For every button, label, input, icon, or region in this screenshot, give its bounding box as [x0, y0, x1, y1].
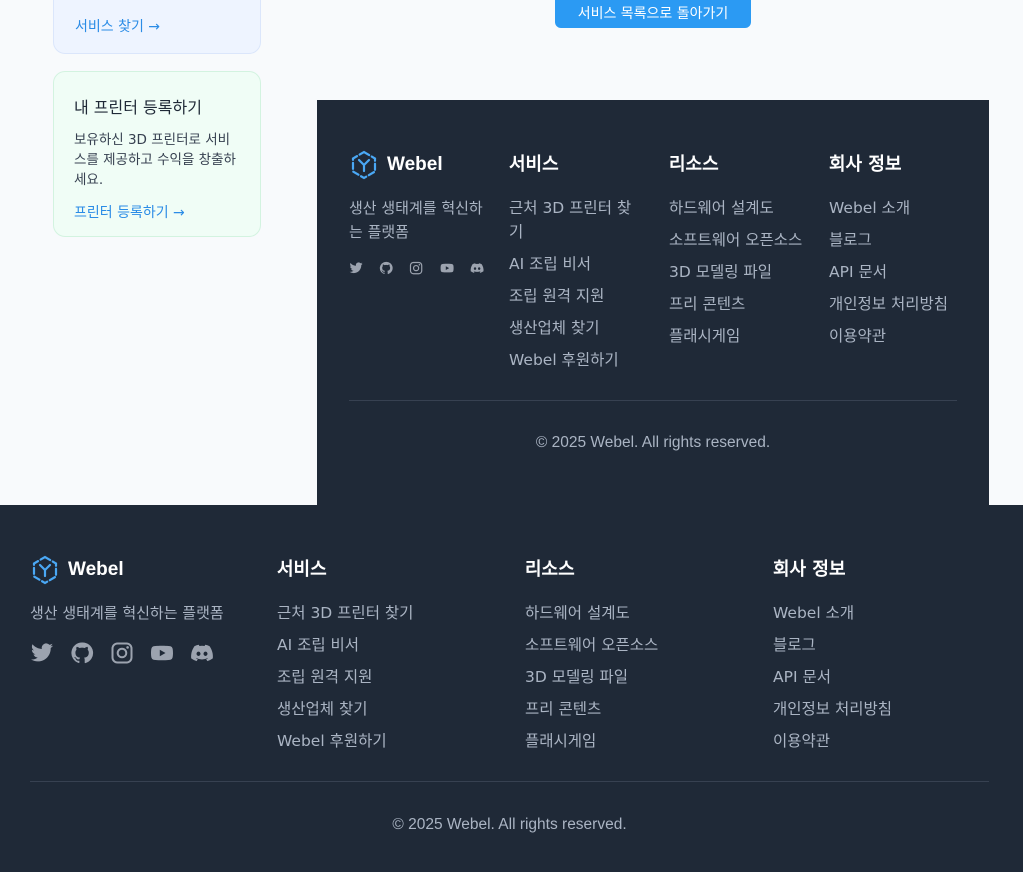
footer-link[interactable]: Webel 후원하기 [509, 348, 644, 372]
company-links: Webel 소개블로그 API 문서개인정보 처리방침이용약관 [773, 601, 993, 753]
company-links: Webel 소개블로그 API 문서개인정보 처리방침이용약관 [829, 196, 964, 348]
instagram-icon[interactable] [110, 641, 134, 665]
footer-divider [349, 400, 957, 401]
footer-link[interactable]: 블로그 [773, 633, 993, 657]
footer-link[interactable]: 소프트웨어 오픈소스 [669, 228, 804, 252]
copyright: © 2025 Webel. All rights reserved. [392, 816, 627, 833]
footer-link[interactable]: 생산업체 찾기 [277, 697, 497, 721]
resources-links: 하드웨어 설계도소프트웨어 오픈소스 3D 모델링 파일프리 콘텐츠플래시게임 [525, 601, 745, 753]
social-links [349, 260, 484, 284]
footer-link[interactable]: Webel 소개 [829, 196, 964, 220]
webel-logo-icon [351, 150, 377, 180]
footer-link[interactable]: 하드웨어 설계도 [669, 196, 804, 220]
footer-link[interactable]: 플래시게임 [525, 729, 745, 753]
social-links [30, 641, 250, 665]
company-heading: 회사 정보 [829, 154, 902, 175]
services-heading: 서비스 [277, 559, 327, 580]
brand[interactable]: Webel [349, 150, 484, 180]
footer-link[interactable]: API 문서 [773, 665, 993, 689]
services-heading: 서비스 [509, 154, 559, 175]
footer-link[interactable]: AI 조립 비서 [277, 633, 497, 657]
services-links: 근처 3D 프린터 찾기 AI 조립 비서조립 원격 지원생산업체 찾기 Webel… [509, 196, 644, 372]
instagram-icon[interactable] [409, 260, 423, 284]
back-to-services-button[interactable]: 서비스 목록으로 돌아가기 [555, 0, 751, 28]
footer-brand-column: Webel 생산 생태계를 혁신하는 플랫폼 [349, 150, 484, 284]
brand-tagline: 생산 생태계를 혁신하는 플랫폼 [30, 604, 224, 622]
footer-link[interactable]: Webel 후원하기 [277, 729, 497, 753]
register-printer-card: 내 프린터 등록하기 보유하신 3D 프린터로 서비스를 제공하고 수익을 창출… [53, 71, 261, 237]
copyright: © 2025 Webel. All rights reserved. [535, 434, 771, 451]
discord-icon[interactable] [190, 641, 214, 665]
footer-link[interactable]: 개인정보 처리방침 [773, 697, 993, 721]
webel-logo-icon [32, 555, 58, 585]
footer-link[interactable]: API 문서 [829, 260, 964, 284]
youtube-icon[interactable] [440, 260, 454, 284]
find-service-card: 서비스 찾기 → [53, 0, 261, 54]
footer-link[interactable]: Webel 소개 [773, 601, 993, 625]
footer-link[interactable]: 3D 모델링 파일 [669, 260, 804, 284]
company-heading: 회사 정보 [773, 559, 846, 580]
twitter-icon[interactable] [349, 260, 363, 284]
site-footer: Webel 생산 생태계를 혁신하는 플랫폼 서비스 근처 3D 프린터 찾기 A… [0, 505, 1023, 872]
resources-heading: 리소스 [669, 154, 719, 175]
twitter-icon[interactable] [30, 641, 54, 665]
footer-link[interactable]: 플래시게임 [669, 324, 804, 348]
brand-tagline: 생산 생태계를 혁신하는 플랫폼 [349, 199, 483, 241]
footer-brand-column: Webel 생산 생태계를 혁신하는 플랫폼 [30, 555, 250, 665]
find-service-link[interactable]: 서비스 찾기 → [75, 16, 160, 36]
footer-link[interactable]: AI 조립 비서 [509, 252, 644, 276]
youtube-icon[interactable] [150, 641, 174, 665]
services-links: 근처 3D 프린터 찾기 AI 조립 비서조립 원격 지원생산업체 찾기 Webel… [277, 601, 497, 753]
footer-link[interactable]: 조립 원격 지원 [509, 284, 644, 308]
footer-link[interactable]: 소프트웨어 오픈소스 [525, 633, 745, 657]
footer-link[interactable]: 생산업체 찾기 [509, 316, 644, 340]
brand[interactable]: Webel [30, 555, 250, 585]
footer-link[interactable]: 프리 콘텐츠 [669, 292, 804, 316]
footer-resources-column: 리소스 하드웨어 설계도소프트웨어 오픈소스 3D 모델링 파일프리 콘텐츠플래시… [669, 150, 804, 356]
register-printer-title: 내 프린터 등록하기 [74, 98, 202, 117]
footer-services-column: 서비스 근처 3D 프린터 찾기 AI 조립 비서조립 원격 지원생산업체 찾기 W… [509, 150, 644, 380]
footer-link[interactable]: 개인정보 처리방침 [829, 292, 964, 316]
brand-name: Webel [387, 154, 443, 175]
footer-company-column: 회사 정보 Webel 소개블로그 API 문서개인정보 처리방침이용약관 [773, 555, 993, 761]
github-icon[interactable] [379, 260, 393, 284]
register-printer-link[interactable]: 프린터 등록하기 → [74, 202, 185, 222]
footer-link[interactable]: 근처 3D 프린터 찾기 [277, 601, 497, 625]
footer-link[interactable]: 조립 원격 지원 [277, 665, 497, 689]
footer-link[interactable]: 3D 모델링 파일 [525, 665, 745, 689]
resources-heading: 리소스 [525, 559, 575, 580]
footer-link[interactable]: 블로그 [829, 228, 964, 252]
footer-link[interactable]: 근처 3D 프린터 찾기 [509, 196, 644, 244]
page: 서비스 찾기 → 내 프린터 등록하기 보유하신 3D 프린터로 서비스를 제공… [0, 0, 1023, 872]
register-printer-description: 보유하신 3D 프린터로 서비스를 제공하고 수익을 창출하세요. [74, 132, 236, 188]
footer-link[interactable]: 하드웨어 설계도 [525, 601, 745, 625]
footer-resources-column: 리소스 하드웨어 설계도소프트웨어 오픈소스 3D 모델링 파일프리 콘텐츠플래시… [525, 555, 745, 761]
footer-link[interactable]: 이용약관 [773, 729, 993, 753]
github-icon[interactable] [70, 641, 94, 665]
content-footer: Webel 생산 생태계를 혁신하는 플랫폼 서비스 근처 3D 프린터 찾기 A… [317, 100, 989, 505]
brand-name: Webel [68, 559, 124, 580]
footer-link[interactable]: 프리 콘텐츠 [525, 697, 745, 721]
footer-company-column: 회사 정보 Webel 소개블로그 API 문서개인정보 처리방침이용약관 [829, 150, 964, 356]
resources-links: 하드웨어 설계도소프트웨어 오픈소스 3D 모델링 파일프리 콘텐츠플래시게임 [669, 196, 804, 348]
footer-link[interactable]: 이용약관 [829, 324, 964, 348]
footer-services-column: 서비스 근처 3D 프린터 찾기 AI 조립 비서조립 원격 지원생산업체 찾기 W… [277, 555, 497, 761]
discord-icon[interactable] [470, 260, 484, 284]
footer-divider [30, 781, 989, 782]
